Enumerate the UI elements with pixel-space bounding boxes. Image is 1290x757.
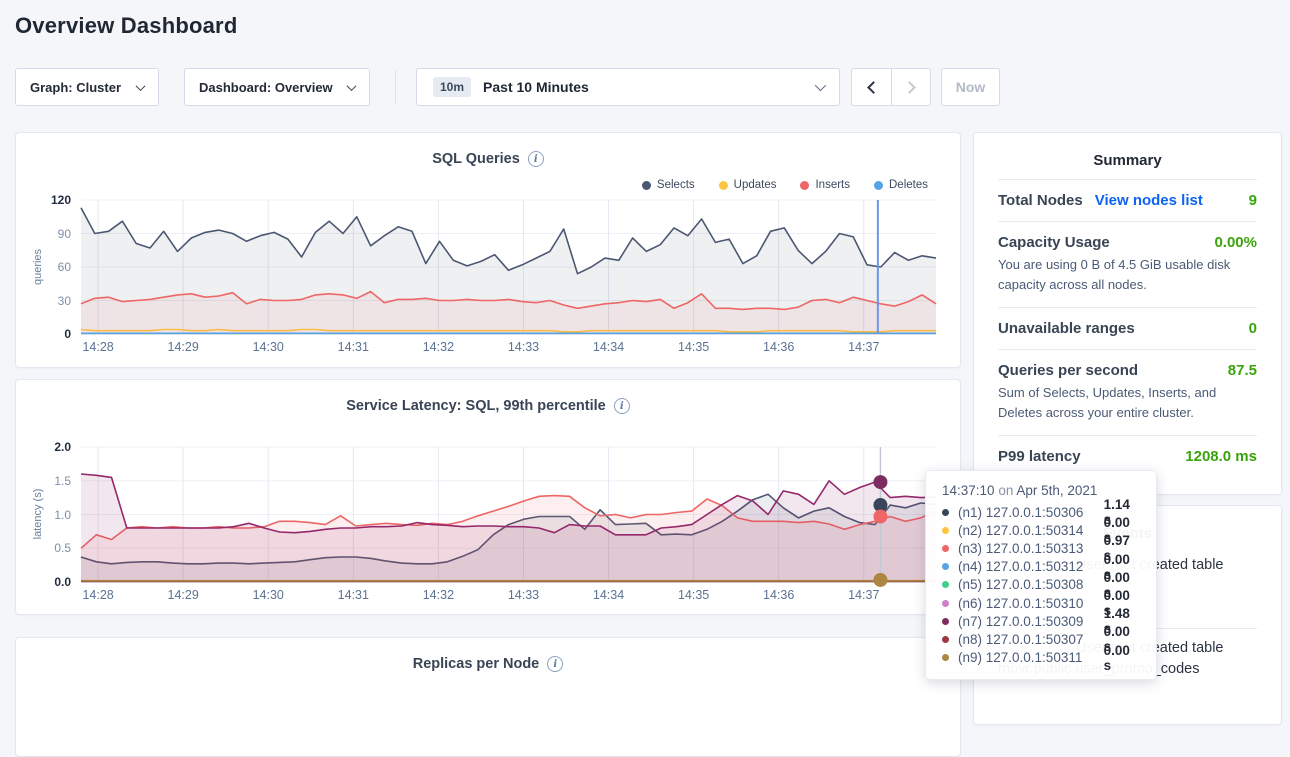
node-address: (n5) 127.0.0.1:50308	[958, 577, 1104, 592]
legend-dot-icon	[800, 181, 809, 190]
time-window-nav	[851, 68, 931, 106]
node-address: (n4) 127.0.0.1:50312	[958, 559, 1104, 574]
chart-legend: Selects Updates Inserts Deletes	[642, 179, 928, 191]
qps-desc: Sum of Selects, Updates, Inserts, and De…	[998, 383, 1257, 423]
tooltip-rows: (n1) 127.0.0.1:50306 1.14 s (n2) 127.0.0…	[942, 503, 1140, 667]
replicas-chart-title: Replicas per Node	[413, 656, 540, 672]
node-color-dot-icon	[942, 545, 949, 552]
time-range-dropdown[interactable]: 10m Past 10 Minutes	[416, 68, 840, 106]
chevron-right-icon	[903, 81, 916, 94]
info-icon[interactable]	[614, 398, 630, 414]
time-range-label: Past 10 Minutes	[483, 79, 589, 95]
node-address: (n9) 127.0.0.1:50311	[958, 650, 1104, 665]
node-color-dot-icon	[942, 636, 949, 643]
chart-hover-tooltip: 14:37:10 on Apr 5th, 2021 (n1) 127.0.0.1…	[925, 470, 1157, 680]
summary-row-total-nodes: Total Nodes View nodes list 9	[998, 179, 1257, 221]
node-color-dot-icon	[942, 509, 949, 516]
view-nodes-list-link[interactable]: View nodes list	[1095, 192, 1203, 209]
p99-latency-value: 1208.0 ms	[1185, 448, 1257, 465]
now-button[interactable]: Now	[941, 68, 1000, 106]
tooltip-time: 14:37:10	[942, 483, 995, 498]
legend-label: Inserts	[815, 179, 850, 191]
prev-time-window-button[interactable]	[852, 69, 891, 105]
node-color-dot-icon	[942, 563, 949, 570]
node-address: (n6) 127.0.0.1:50310	[958, 596, 1104, 611]
info-icon[interactable]	[547, 656, 563, 672]
tooltip-on: on	[998, 483, 1013, 498]
summary-title: Summary	[998, 133, 1257, 169]
node-color-dot-icon	[942, 600, 949, 607]
node-color-dot-icon	[942, 581, 949, 588]
chevron-down-icon	[136, 81, 146, 91]
summary-row-unavailable: Unavailable ranges 0	[998, 307, 1257, 349]
chevron-down-icon	[347, 81, 357, 91]
node-address: (n3) 127.0.0.1:50313	[958, 541, 1104, 556]
legend-item[interactable]: Updates	[719, 179, 777, 191]
toolbar-divider	[395, 70, 396, 104]
chart-title-row: Replicas per Node	[16, 656, 960, 672]
node-address: (n7) 127.0.0.1:50309	[958, 614, 1104, 629]
legend-item[interactable]: Inserts	[800, 179, 850, 191]
summary-row-qps: Queries per second 87.5 Sum of Selects, …	[998, 349, 1257, 435]
legend-dot-icon	[874, 181, 883, 190]
replicas-per-node-chart-card[interactable]: Replicas per Node	[15, 637, 961, 757]
sql-queries-chart-title: SQL Queries	[432, 151, 520, 167]
node-latency-value: 0.00 s	[1104, 643, 1140, 673]
legend-dot-icon	[642, 181, 651, 190]
summary-panel: Summary Total Nodes View nodes list 9 Ca…	[973, 132, 1282, 495]
graph-dropdown-label: Graph: Cluster	[30, 80, 121, 95]
p99-latency-label: P99 latency	[998, 448, 1081, 465]
node-address: (n1) 127.0.0.1:50306	[958, 505, 1104, 520]
capacity-usage-desc: You are using 0 B of 4.5 GiB usable disk…	[998, 255, 1257, 295]
node-address: (n8) 127.0.0.1:50307	[958, 632, 1104, 647]
tooltip-timestamp: 14:37:10 on Apr 5th, 2021	[942, 483, 1140, 498]
chevron-down-icon	[815, 80, 826, 91]
chart-title-row: SQL Queries	[16, 151, 960, 167]
dashboard-dropdown-label: Dashboard: Overview	[199, 80, 333, 95]
time-range-badge: 10m	[433, 77, 471, 97]
unavailable-ranges-label: Unavailable ranges	[998, 320, 1135, 337]
total-nodes-label: Total Nodes	[998, 192, 1083, 209]
service-latency-chart-title: Service Latency: SQL, 99th percentile	[346, 398, 606, 414]
qps-value: 87.5	[1228, 362, 1257, 379]
legend-dot-icon	[719, 181, 728, 190]
capacity-usage-label: Capacity Usage	[998, 234, 1110, 251]
tooltip-date: Apr 5th, 2021	[1016, 483, 1097, 498]
legend-item[interactable]: Deletes	[874, 179, 928, 191]
tooltip-node-row: (n9) 127.0.0.1:50311 0.00 s	[942, 649, 1140, 667]
legend-label: Updates	[734, 179, 777, 191]
qps-label: Queries per second	[998, 362, 1138, 379]
page-title: Overview Dashboard	[15, 13, 237, 39]
info-icon[interactable]	[528, 151, 544, 167]
dashboard-dropdown[interactable]: Dashboard: Overview	[184, 68, 370, 106]
chart-title-row: Service Latency: SQL, 99th percentile	[16, 398, 960, 414]
node-color-dot-icon	[942, 618, 949, 625]
sql-queries-chart-card[interactable]: SQL Queries Selects Updates Inserts Deletes…	[15, 132, 961, 368]
capacity-usage-value: 0.00%	[1214, 234, 1257, 251]
graph-dropdown[interactable]: Graph: Cluster	[15, 68, 159, 106]
node-color-dot-icon	[942, 527, 949, 534]
service-latency-chart-card[interactable]: Service Latency: SQL, 99th percentile la…	[15, 379, 961, 615]
legend-item[interactable]: Selects	[642, 179, 695, 191]
legend-label: Deletes	[889, 179, 928, 191]
chevron-left-icon	[867, 81, 880, 94]
total-nodes-value: 9	[1249, 192, 1257, 209]
node-address: (n2) 127.0.0.1:50314	[958, 523, 1104, 538]
legend-label: Selects	[657, 179, 695, 191]
node-color-dot-icon	[942, 654, 949, 661]
summary-row-capacity: Capacity Usage 0.00% You are using 0 B o…	[998, 221, 1257, 307]
unavailable-ranges-value: 0	[1249, 320, 1257, 337]
next-time-window-button[interactable]	[891, 69, 930, 105]
